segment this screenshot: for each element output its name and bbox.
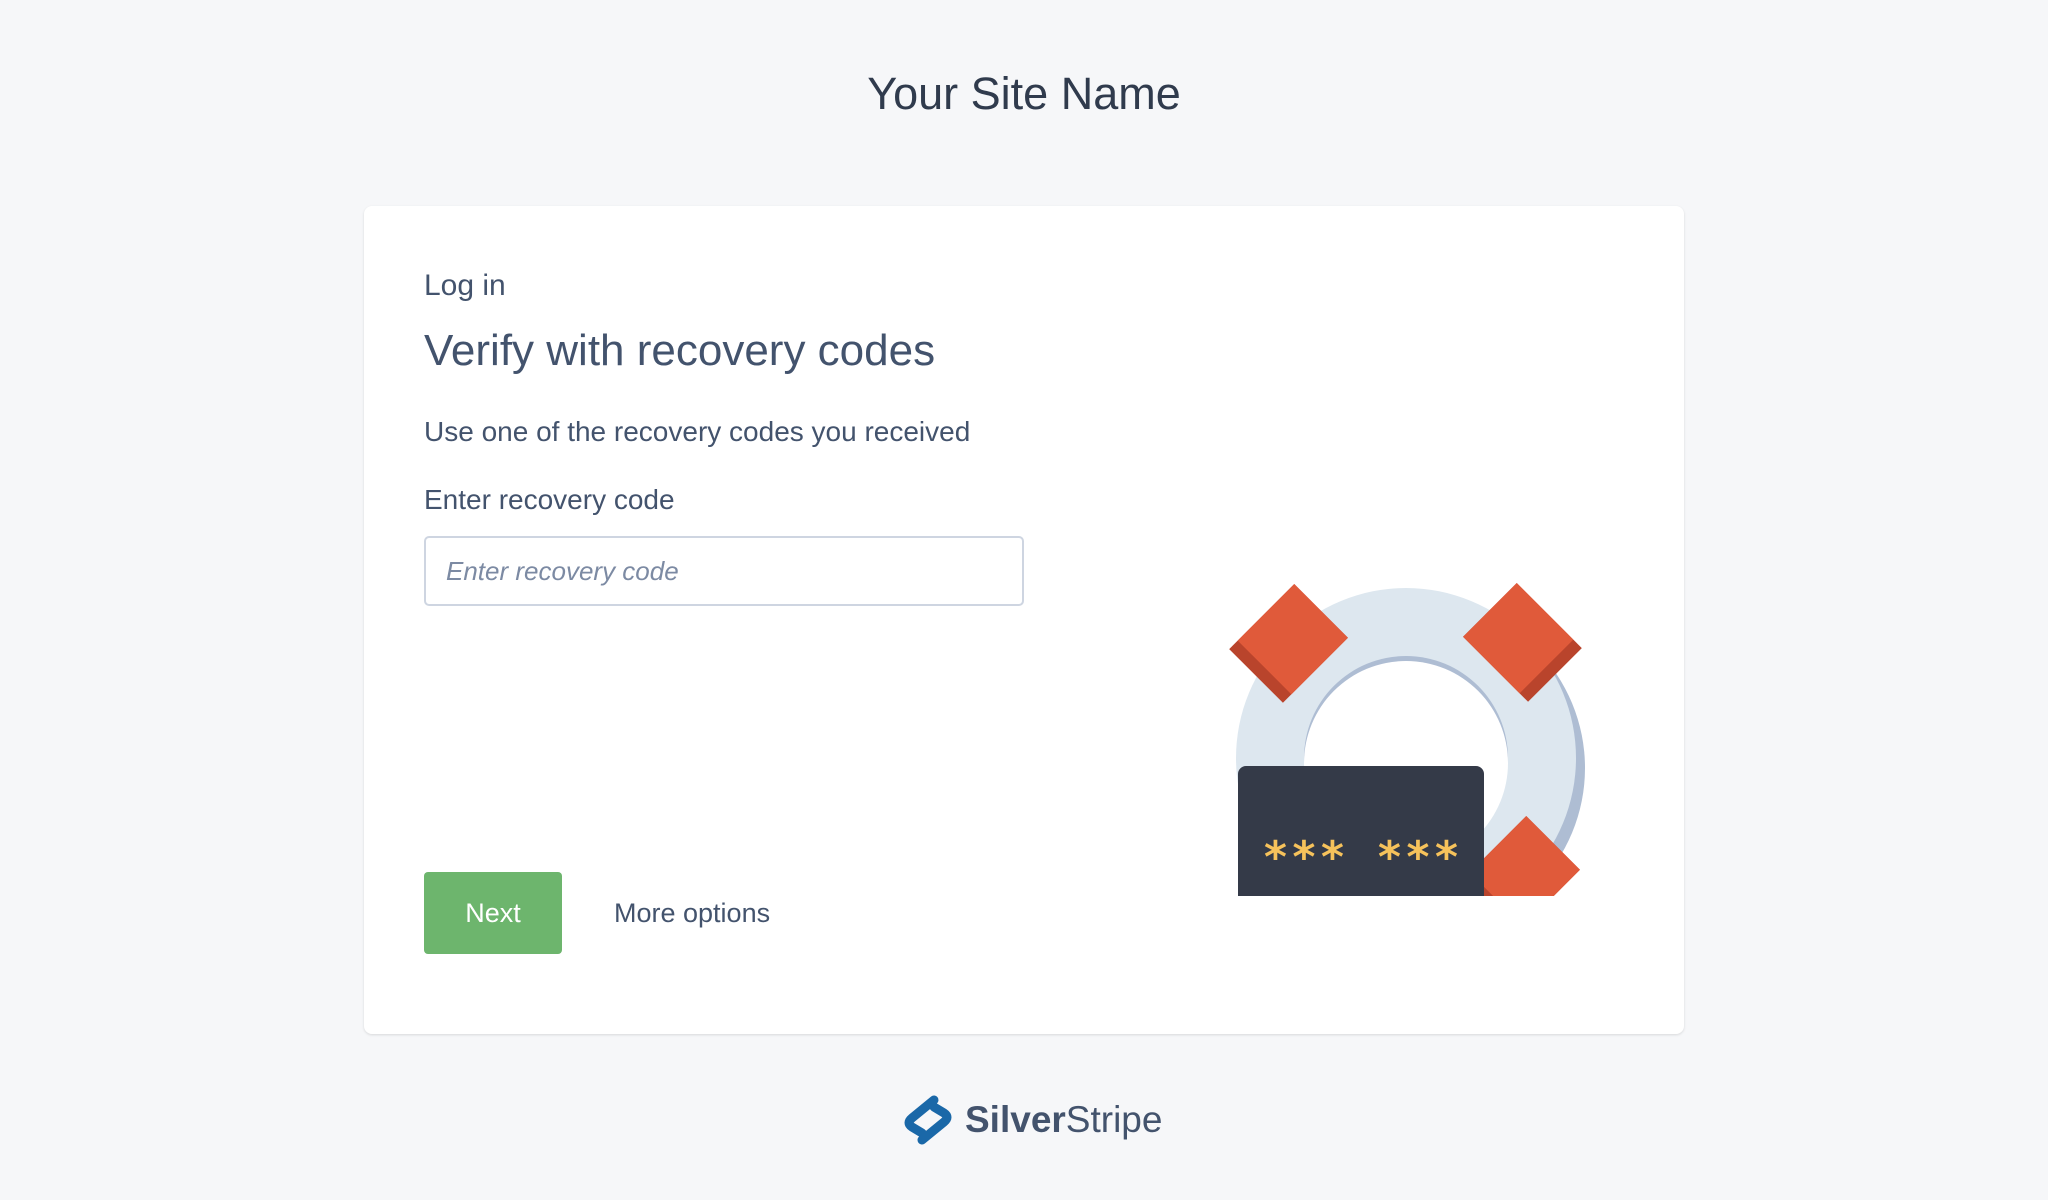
brand-name-bold: Silver bbox=[965, 1099, 1066, 1140]
login-eyebrow: Log in bbox=[424, 269, 506, 302]
recovery-illustration: *** *** *** *** *** *** bbox=[1144, 396, 1604, 1062]
more-options-link[interactable]: More options bbox=[614, 893, 770, 933]
site-title: Your Site Name bbox=[867, 68, 1181, 119]
code-row: *** *** bbox=[1262, 832, 1461, 883]
recovery-code-label: Enter recovery code bbox=[424, 484, 675, 515]
recovery-code-input[interactable] bbox=[424, 536, 1024, 606]
next-button[interactable]: Next bbox=[424, 872, 562, 954]
silverstripe-logo: SilverStripe bbox=[900, 1092, 1162, 1148]
silverstripe-logo-icon bbox=[904, 1095, 952, 1145]
recovery-codes-card-icon: *** *** *** *** *** *** bbox=[1238, 766, 1484, 1062]
login-card: Log in Verify with recovery codes Use on… bbox=[364, 206, 1684, 1062]
brand-name-regular: Stripe bbox=[1065, 1099, 1163, 1140]
brand-name: SilverStripe bbox=[965, 1098, 1162, 1142]
page-title: Verify with recovery codes bbox=[424, 326, 936, 375]
instructions-text: Use one of the recovery codes you receiv… bbox=[424, 416, 971, 447]
illustration-svg: *** *** *** *** *** *** bbox=[1229, 583, 1585, 1062]
